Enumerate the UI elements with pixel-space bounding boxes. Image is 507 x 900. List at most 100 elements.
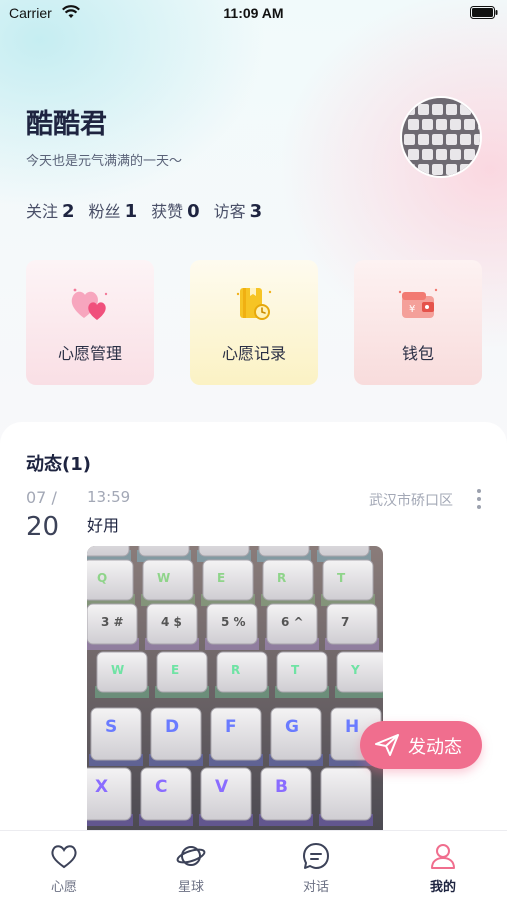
- keycap-legend: F: [225, 717, 237, 737]
- avatar-keycap: [436, 149, 447, 160]
- stat-label: 访客: [213, 202, 246, 221]
- avatar-keycap: [446, 134, 457, 145]
- avatar-keycap: [432, 104, 443, 115]
- post-text: 好用: [87, 516, 120, 535]
- keycap-legend: H: [345, 717, 359, 737]
- status-time: 11:09 AM: [223, 5, 284, 21]
- keycap: G: [269, 707, 323, 766]
- more-icon[interactable]: [475, 488, 483, 510]
- tab-chat[interactable]: 对话: [271, 841, 361, 897]
- keycap: T: [275, 651, 329, 698]
- fab-label: 发动态: [408, 737, 462, 758]
- keycap-legend: C: [155, 777, 167, 797]
- keycap-legend: 6 ^: [281, 615, 304, 629]
- tab-wish[interactable]: 心愿: [19, 841, 109, 897]
- keycap: S: [89, 707, 143, 766]
- avatar-keycap: [464, 119, 475, 130]
- keycap-legend: 5 %: [221, 615, 246, 629]
- stat-following[interactable]: 关注 2: [26, 198, 75, 222]
- card-label: 心愿管理: [57, 344, 122, 363]
- keycap: 6 ^: [265, 603, 319, 650]
- avatar-keycap: [446, 164, 457, 175]
- person-icon: [431, 844, 455, 869]
- keycap: T: [321, 559, 375, 606]
- avatar-keycap: [408, 149, 419, 160]
- keycap: Q: [87, 559, 135, 606]
- keycap-legend: R: [277, 571, 286, 585]
- keycap-legend: 3 #: [101, 615, 124, 629]
- post-update-button[interactable]: 发动态: [360, 721, 482, 769]
- card-label: 钱包: [401, 344, 434, 363]
- keycap: R: [215, 651, 269, 698]
- avatar-keycap: [450, 149, 461, 160]
- tab-mine[interactable]: 我的: [398, 841, 488, 897]
- post-time: 13:59: [87, 488, 131, 506]
- feed-title: 动态(1): [26, 454, 91, 475]
- notebook-clock-icon: [236, 288, 272, 320]
- keycap: 4 $: [145, 603, 199, 650]
- keycap-legend: D: [165, 717, 179, 737]
- keycap-legend: G: [285, 717, 299, 737]
- keycap-legend: S: [105, 717, 117, 737]
- profile-name: 酷酷君: [26, 109, 107, 140]
- keycap-legend: X: [95, 777, 108, 797]
- wish-management-card[interactable]: 心愿管理: [26, 260, 154, 385]
- tab-bar: 心愿 星球 对话 我的: [0, 830, 507, 900]
- keycap: E: [155, 651, 209, 698]
- keycap: Y: [335, 651, 383, 698]
- keycap: X: [87, 767, 133, 826]
- stat-value: 2: [62, 201, 75, 222]
- wish-record-card[interactable]: 心愿记录: [190, 260, 318, 385]
- stat-value: 1: [124, 201, 138, 222]
- avatar-keycap: [408, 119, 419, 130]
- keycap-legend: Q: [97, 571, 107, 585]
- keycap: W: [141, 559, 195, 606]
- keycap-legend: T: [337, 571, 346, 585]
- wallet-icon: ¥: [398, 288, 438, 318]
- keycap-legend: E: [171, 663, 179, 677]
- stat-label: 粉丝: [88, 202, 121, 221]
- keycap: V: [199, 767, 253, 826]
- keycap-legend: B: [275, 777, 288, 797]
- keycap: E: [201, 559, 255, 606]
- avatar-keycap: [474, 134, 480, 145]
- post-location: 武汉市硚口区: [369, 493, 453, 509]
- avatar-keycap: [446, 104, 457, 115]
- avatar-keycap: [436, 119, 447, 130]
- tab-label: 心愿: [50, 880, 77, 895]
- tab-label: 我的: [429, 880, 456, 895]
- stat-value: 3: [249, 201, 263, 222]
- card-label: 心愿记录: [221, 344, 286, 363]
- avatar-keycap: [450, 119, 461, 130]
- send-icon: [375, 734, 399, 756]
- stat-followers[interactable]: 粉丝 1: [89, 198, 138, 222]
- avatar[interactable]: [400, 96, 482, 178]
- avatar-keycap: [418, 134, 429, 145]
- post-day: 20: [26, 512, 60, 542]
- stat-likes[interactable]: 获赞 0: [151, 198, 200, 222]
- post-month: 07 /: [26, 488, 57, 507]
- keycap-legend: R: [231, 663, 240, 677]
- keycap-legend: W: [111, 663, 124, 677]
- avatar-keycap: [432, 164, 443, 175]
- hearts-icon: [71, 288, 108, 320]
- keycap: B: [259, 767, 313, 826]
- stat-value: 0: [187, 201, 200, 222]
- avatar-keycap: [422, 149, 433, 160]
- keycap-legend: 4 $: [161, 615, 182, 629]
- post-image[interactable]: Q W E R T 3 # 4 $ 5 % 6 ^ 7 W E R T Y S D F G H X C V B: [87, 546, 383, 830]
- svg-text:¥: ¥: [409, 304, 415, 315]
- keycap: R: [261, 559, 315, 606]
- keycap-legend: V: [215, 777, 229, 797]
- status-bar: Carrier 11:09 AM: [0, 0, 507, 28]
- stat-visitors[interactable]: 访客 3: [214, 198, 263, 222]
- battery-icon: [470, 6, 498, 19]
- avatar-keycap: [422, 119, 433, 130]
- keycap: 7: [325, 603, 379, 650]
- tab-planet[interactable]: 星球: [146, 841, 236, 897]
- keycap: W: [95, 651, 149, 698]
- keycap-legend: Y: [350, 663, 360, 677]
- wallet-card[interactable]: ¥ 钱包: [354, 260, 482, 385]
- avatar-keycap: [432, 134, 443, 145]
- keycap-legend: 7: [341, 615, 349, 629]
